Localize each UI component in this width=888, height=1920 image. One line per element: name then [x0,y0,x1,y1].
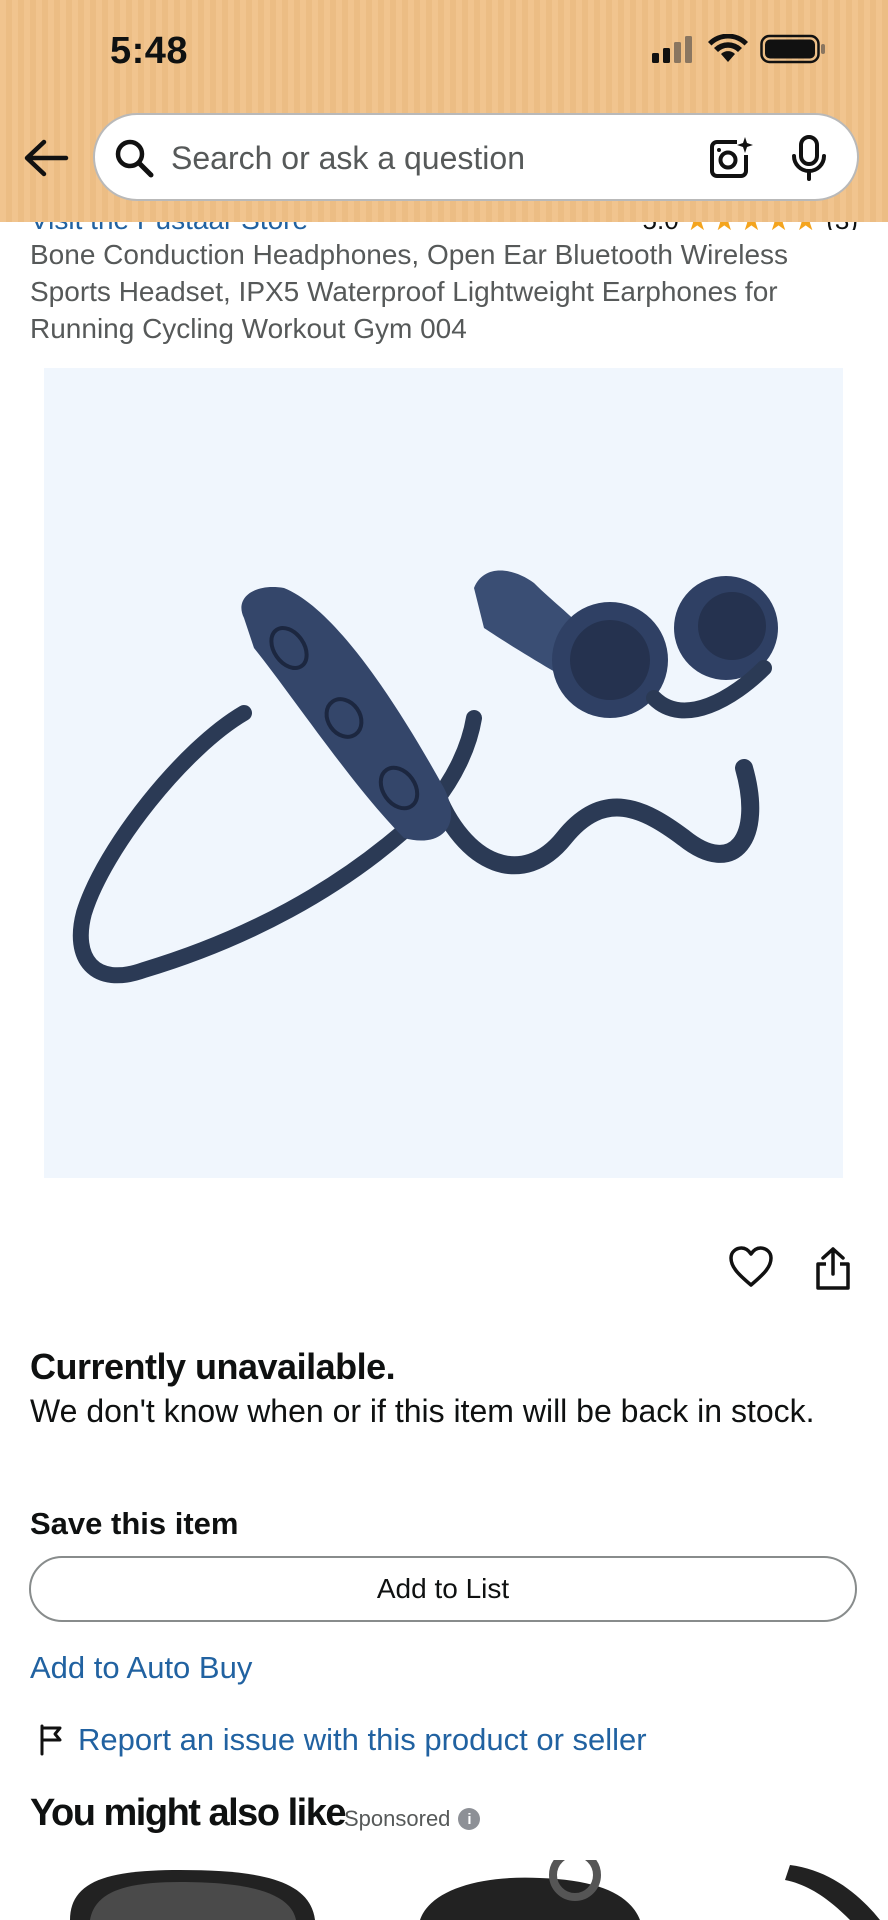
availability-message: We don't know when or if this item will … [30,1393,815,1429]
search-icon [113,137,155,184]
search-input[interactable] [169,129,693,187]
app-header: 5:48 [0,0,888,222]
arrow-left-icon [24,139,69,177]
availability-heading: Currently unavailable. [30,1346,396,1387]
headphones-image-icon [72,570,778,984]
wishlist-heart-button[interactable] [728,1245,774,1294]
recommended-product-images [70,1860,880,1920]
search-bar[interactable] [93,113,859,201]
info-icon[interactable]: i [458,1808,481,1830]
recommendation-carousel[interactable] [0,1860,888,1920]
add-to-auto-buy-link[interactable]: Add to Auto Buy [30,1650,252,1686]
report-issue-row[interactable]: Report an issue with this product or sel… [38,1722,647,1758]
microphone-icon[interactable] [789,135,829,186]
report-issue-link[interactable]: Report an issue with this product or sel… [78,1722,647,1758]
add-to-list-button[interactable]: Add to List [29,1556,857,1622]
camera-search-icon[interactable] [707,135,753,186]
status-time: 5:48 [110,30,189,72]
status-icons [650,34,826,64]
wifi-icon [708,34,748,62]
share-icon [816,1247,850,1290]
flag-icon [40,1724,62,1756]
battery-icon [760,34,825,64]
recommendations-heading: You might also like [30,1792,346,1834]
sponsored-text: Sponsored [344,1806,451,1831]
save-item-label: Save this item [30,1506,239,1541]
product-image[interactable] [44,368,843,1178]
product-title: Bone Conduction Headphones, Open Ear Blu… [30,239,789,344]
heart-icon [729,1246,773,1287]
share-button[interactable] [813,1246,853,1297]
sponsored-label: Sponsored i [344,1806,481,1832]
back-button[interactable] [22,138,70,178]
cellular-signal-icon [652,36,692,63]
